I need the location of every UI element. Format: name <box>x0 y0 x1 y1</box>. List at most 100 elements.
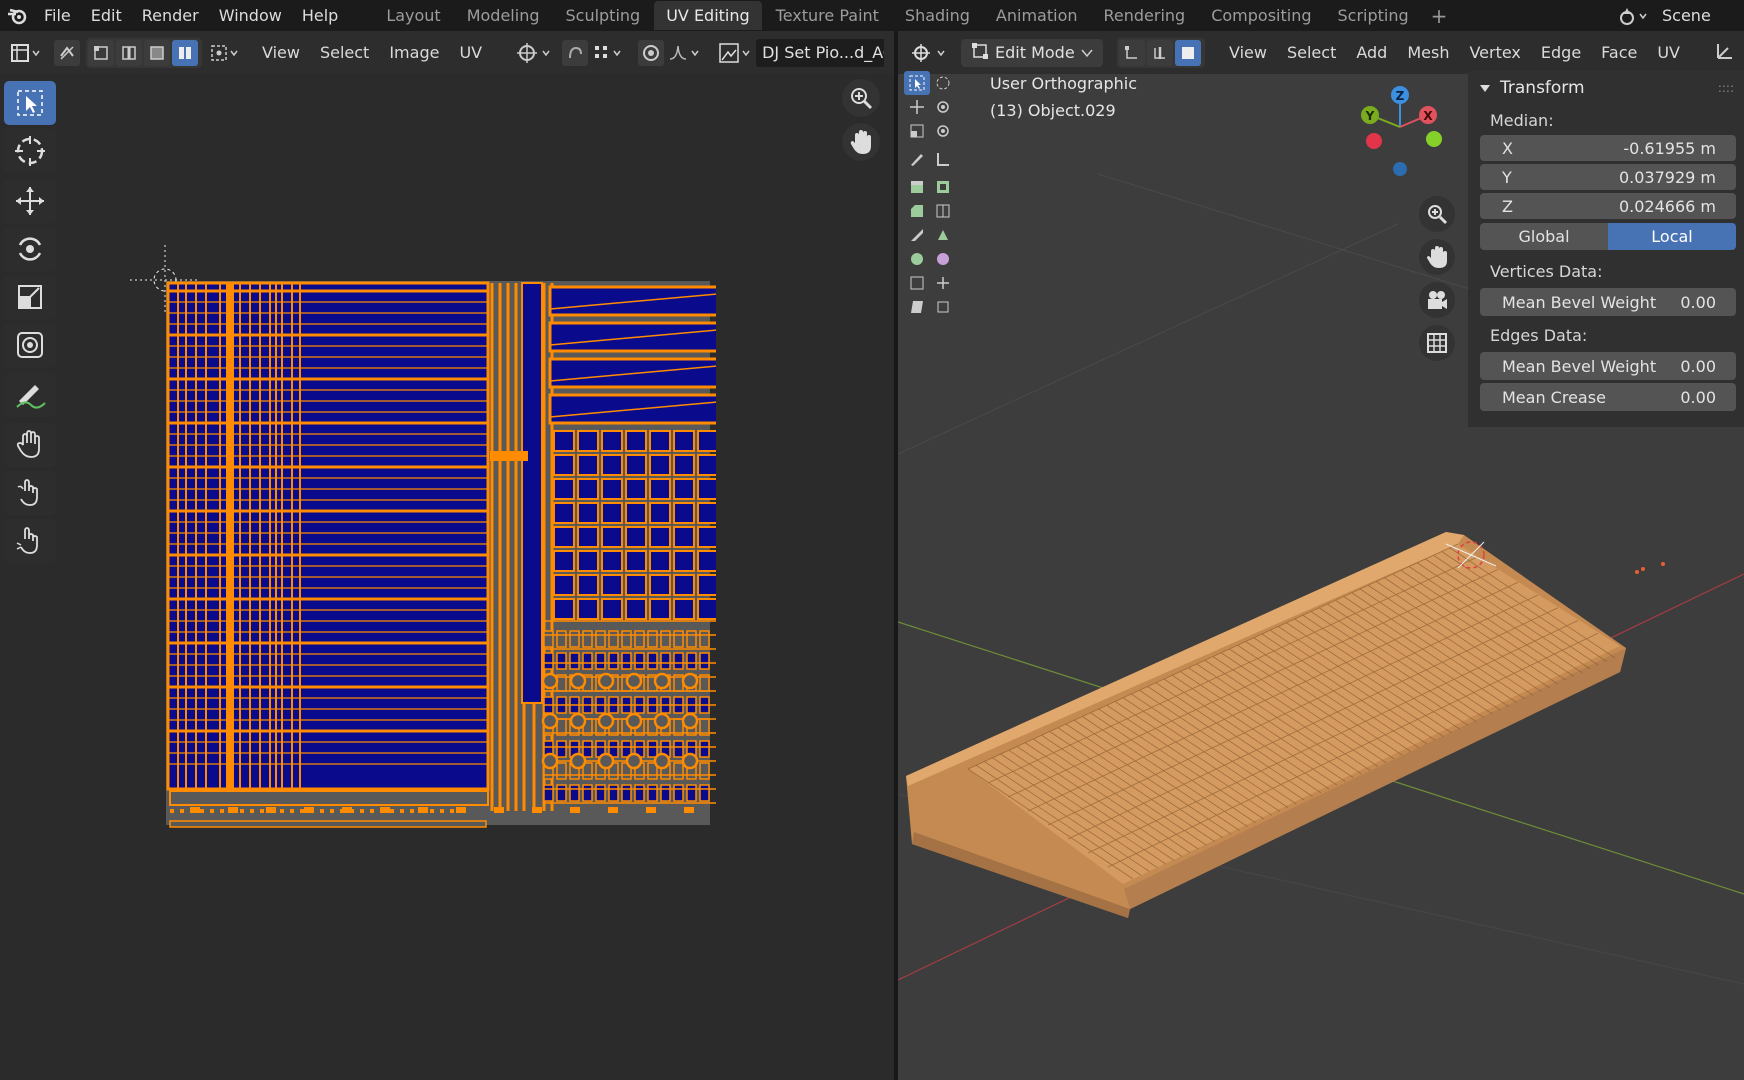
scale-tool-icon[interactable] <box>4 275 56 319</box>
vp-menu-add[interactable]: Add <box>1346 43 1397 62</box>
image-browse-icon[interactable] <box>716 38 756 68</box>
menu-file[interactable]: File <box>34 0 81 31</box>
transform-title: Transform <box>1500 78 1585 98</box>
mode-selector[interactable]: Edit Mode <box>960 38 1104 67</box>
menu-window[interactable]: Window <box>209 0 292 31</box>
move-tool-icon[interactable] <box>4 179 56 223</box>
transform-panel-header[interactable]: Transform :::: <box>1468 71 1744 105</box>
crease-field[interactable]: Mean Crease 0.00 <box>1480 383 1736 411</box>
local-button[interactable]: Local <box>1608 223 1736 250</box>
edge-mode-icon[interactable] <box>1147 39 1174 66</box>
vertex-bevel-label: Mean Bevel Weight <box>1502 292 1657 312</box>
falloff-icon[interactable] <box>666 38 706 68</box>
tab-compositing[interactable]: Compositing <box>1199 1 1323 30</box>
vertex-select-icon[interactable] <box>88 39 114 66</box>
viewport-header: Edit Mode View Select Add Mesh Vertex Ed… <box>898 31 1744 74</box>
space-toggle: Global Local <box>1480 223 1736 250</box>
vertices-data-label: Vertices Data: <box>1490 261 1603 281</box>
median-z-label: Z <box>1502 196 1513 216</box>
edit-mode-icon <box>971 42 989 64</box>
face-mode-icon[interactable] <box>1175 39 1202 66</box>
select-box-tool-icon[interactable] <box>4 81 56 125</box>
uv-menu-select[interactable]: Select <box>310 43 379 62</box>
3d-viewport: Edit Mode View Select Add Mesh Vertex Ed… <box>898 31 1744 1080</box>
menu-edit[interactable]: Edit <box>81 0 132 31</box>
vp-menu-select[interactable]: Select <box>1277 43 1346 62</box>
uv-menu-uv[interactable]: UV <box>449 43 492 62</box>
mesh-select-mode-group <box>1117 37 1206 68</box>
vp-menu-face[interactable]: Face <box>1591 43 1647 62</box>
island-select-icon[interactable] <box>172 39 198 66</box>
face-select-icon[interactable] <box>144 39 170 66</box>
tab-layout[interactable]: Layout <box>374 1 452 30</box>
uv-layout-canvas[interactable] <box>130 211 716 831</box>
pinch-tool-icon[interactable] <box>4 519 56 563</box>
transform-orientation-icon[interactable] <box>1714 40 1744 66</box>
pivot-point-icon[interactable] <box>512 38 558 68</box>
workspace-tabs: Layout Modeling Sculpting UV Editing Tex… <box>374 0 1455 31</box>
edge-select-icon[interactable] <box>116 39 142 66</box>
uv-editor: View Select Image UV DJ Set Pio...d_AC <box>0 31 894 1080</box>
vp-menu-mesh[interactable]: Mesh <box>1397 43 1459 62</box>
median-y-field[interactable]: Y 0.037929 m <box>1480 164 1736 190</box>
vp-menu-vertex[interactable]: Vertex <box>1459 43 1530 62</box>
drag-handle-icon[interactable]: :::: <box>1718 81 1734 95</box>
zoom-icon[interactable] <box>842 79 880 117</box>
chevron-down-icon <box>1081 44 1093 62</box>
scene-name[interactable]: Scene <box>1656 6 1744 25</box>
median-x-field[interactable]: X -0.61955 m <box>1480 135 1736 161</box>
tab-modeling[interactable]: Modeling <box>455 1 552 30</box>
menu-render[interactable]: Render <box>132 0 209 31</box>
transform-tool-icon[interactable] <box>4 323 56 367</box>
tab-shading[interactable]: Shading <box>893 1 982 30</box>
grab-tool-icon[interactable] <box>4 423 56 467</box>
editor-type-icon[interactable] <box>4 38 48 68</box>
tab-rendering[interactable]: Rendering <box>1092 1 1198 30</box>
median-z-field[interactable]: Z 0.024666 m <box>1480 193 1736 219</box>
vertex-bevel-field[interactable]: Mean Bevel Weight 0.00 <box>1480 288 1736 316</box>
mode-label: Edit Mode <box>995 43 1075 62</box>
sticky-selection-icon[interactable] <box>206 38 246 68</box>
median-y-value: 0.037929 m <box>1618 167 1716 187</box>
median-x-value: -0.61955 m <box>1623 138 1716 158</box>
blender-logo-icon[interactable] <box>0 0 34 31</box>
median-z-value: 0.024666 m <box>1618 196 1716 216</box>
scene-icon[interactable] <box>1610 6 1656 26</box>
menu-help[interactable]: Help <box>292 0 348 31</box>
add-workspace-icon[interactable]: + <box>1423 4 1456 28</box>
proportional-edit-icon[interactable] <box>638 39 665 66</box>
snap-uv-icon[interactable] <box>562 39 589 66</box>
tab-uv-editing[interactable]: UV Editing <box>654 1 762 30</box>
uv-menu-view[interactable]: View <box>252 43 310 62</box>
tab-animation[interactable]: Animation <box>984 1 1090 30</box>
edge-bevel-label: Mean Bevel Weight <box>1502 356 1657 376</box>
uv-toolbar <box>4 81 60 567</box>
cursor-tool-icon[interactable] <box>4 129 56 173</box>
sync-selection-icon[interactable] <box>54 39 80 66</box>
median-y-label: Y <box>1502 167 1512 187</box>
vertex-bevel-value: 0.00 <box>1680 292 1716 312</box>
vertex-mode-icon[interactable] <box>1119 39 1146 66</box>
edge-bevel-field[interactable]: Mean Bevel Weight 0.00 <box>1480 352 1736 380</box>
tab-scripting[interactable]: Scripting <box>1326 1 1421 30</box>
annotate-tool-icon[interactable] <box>4 373 56 417</box>
vp-menu-edge[interactable]: Edge <box>1531 43 1591 62</box>
top-bar: File Edit Render Window Help Layout Mode… <box>0 0 1744 31</box>
median-label: Median: <box>1490 110 1554 130</box>
vp-menu-view[interactable]: View <box>1219 43 1277 62</box>
rotate-tool-icon[interactable] <box>4 227 56 271</box>
vp-menu-uv[interactable]: UV <box>1647 43 1690 62</box>
tab-sculpting[interactable]: Sculpting <box>553 1 652 30</box>
snap-grid-icon[interactable] <box>590 38 630 68</box>
pan-hand-icon[interactable] <box>842 123 880 161</box>
global-button[interactable]: Global <box>1480 223 1608 250</box>
crease-label: Mean Crease <box>1502 387 1606 407</box>
editor-type-3d-icon[interactable] <box>908 38 953 68</box>
uv-editor-header: View Select Image UV DJ Set Pio...d_AC <box>0 31 894 74</box>
uv-menu-image[interactable]: Image <box>379 43 449 62</box>
tab-texture-paint[interactable]: Texture Paint <box>764 1 891 30</box>
edges-data-label: Edges Data: <box>1490 325 1588 345</box>
image-name-field[interactable]: DJ Set Pio...d_AC <box>756 38 885 67</box>
relax-tool-icon[interactable] <box>4 471 56 515</box>
keyboard-model <box>906 532 1626 918</box>
